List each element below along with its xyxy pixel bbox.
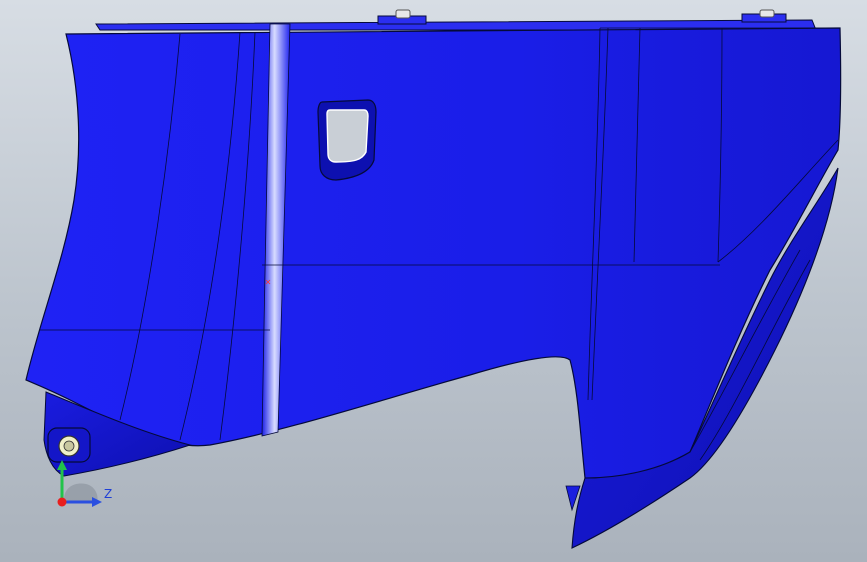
top-bolt-left <box>377 9 427 25</box>
x-axis-point-icon <box>57 497 67 507</box>
sheet-metal-part-model[interactable] <box>0 0 867 562</box>
top-bolt-right <box>741 9 787 23</box>
coordinate-triad[interactable]: Z <box>46 458 126 512</box>
z-axis-label: Z <box>104 487 112 501</box>
window-cutout <box>326 109 369 163</box>
y-axis-arrow-icon <box>57 460 67 470</box>
cad-viewport[interactable]: Z <box>0 0 867 562</box>
